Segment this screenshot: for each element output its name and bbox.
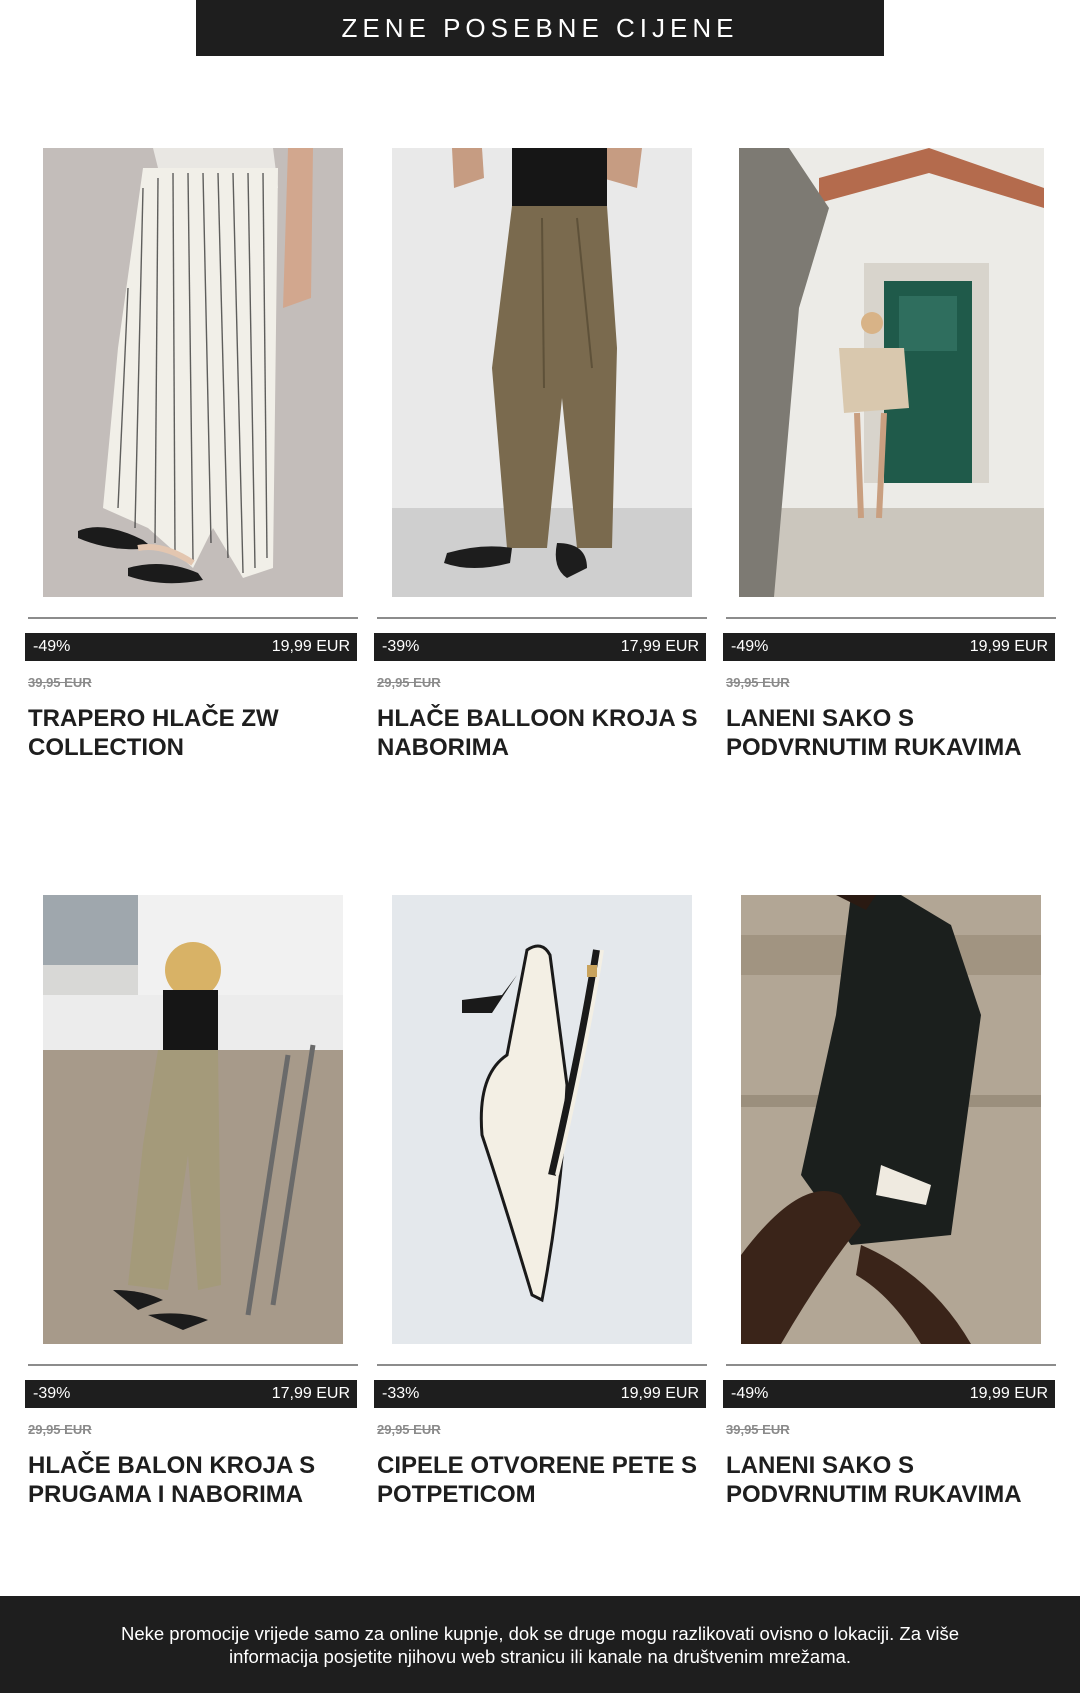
divider	[377, 617, 707, 619]
product-card[interactable]: -33% 19,99 EUR 29,95 EUR CIPELE OTVORENE…	[374, 895, 707, 1515]
product-image[interactable]	[392, 148, 692, 597]
product-title[interactable]: LANENI SAKO S PODVRNUTIM RUKAVIMA	[726, 704, 1056, 762]
sale-price: 19,99 EUR	[620, 1385, 699, 1402]
disclaimer-text: Neke promocije vrijede samo za online ku…	[120, 1622, 960, 1667]
discount-badge: -49%	[731, 638, 769, 655]
divider	[28, 617, 358, 619]
original-price: 29,95 EUR	[377, 1422, 441, 1437]
price-bar: -39% 17,99 EUR	[374, 633, 706, 661]
original-price: 39,95 EUR	[726, 1422, 790, 1437]
sale-price: 19,99 EUR	[969, 638, 1048, 655]
product-card[interactable]: -39% 17,99 EUR 29,95 EUR HLAČE BALON KRO…	[25, 895, 358, 1515]
product-card[interactable]: -49% 19,99 EUR 39,95 EUR LANENI SAKO S P…	[723, 895, 1056, 1515]
original-price: 39,95 EUR	[726, 675, 790, 690]
product-image[interactable]	[43, 148, 343, 597]
product-title[interactable]: LANENI SAKO S PODVRNUTIM RUKAVIMA	[726, 1451, 1056, 1509]
price-bar: -39% 17,99 EUR	[25, 1380, 357, 1408]
discount-badge: -49%	[33, 638, 71, 655]
product-card[interactable]: -49% 19,99 EUR 39,95 EUR TRAPERO HLAČE Z…	[25, 148, 358, 768]
sale-price: 17,99 EUR	[271, 1385, 350, 1402]
product-card[interactable]: -49% 19,99 EUR 39,95 EUR LANENI SAKO S P…	[723, 148, 1056, 768]
discount-badge: -49%	[731, 1385, 769, 1402]
footer-disclaimer: Neke promocije vrijede samo za online ku…	[0, 1596, 1080, 1693]
discount-badge: -39%	[33, 1385, 71, 1402]
original-price: 29,95 EUR	[377, 675, 441, 690]
product-image[interactable]	[43, 895, 343, 1344]
product-title[interactable]: TRAPERO HLAČE ZW COLLECTION	[28, 704, 358, 762]
price-bar: -49% 19,99 EUR	[723, 1380, 1055, 1408]
discount-badge: -33%	[382, 1385, 420, 1402]
divider	[726, 617, 1056, 619]
discount-badge: -39%	[382, 638, 420, 655]
product-title[interactable]: HLAČE BALLOON KROJA S NABORIMA	[377, 704, 707, 762]
product-card[interactable]: -39% 17,99 EUR 29,95 EUR HLAČE BALLOON K…	[374, 148, 707, 768]
product-image[interactable]	[739, 148, 1044, 597]
divider	[726, 1364, 1056, 1366]
product-image[interactable]	[392, 895, 692, 1344]
price-bar: -49% 19,99 EUR	[25, 633, 357, 661]
product-title[interactable]: CIPELE OTVORENE PETE S POTPETICOM	[377, 1451, 707, 1509]
price-bar: -33% 19,99 EUR	[374, 1380, 706, 1408]
sale-price: 19,99 EUR	[271, 638, 350, 655]
price-bar: -49% 19,99 EUR	[723, 633, 1055, 661]
divider	[28, 1364, 358, 1366]
sale-price: 19,99 EUR	[969, 1385, 1048, 1402]
product-image[interactable]	[741, 895, 1041, 1344]
product-title[interactable]: HLAČE BALON KROJA S PRUGAMA I NABORIMA	[28, 1451, 358, 1509]
divider	[377, 1364, 707, 1366]
sale-price: 17,99 EUR	[620, 638, 699, 655]
page-title: ZENE POSEBNE CIJENE	[196, 0, 884, 56]
original-price: 29,95 EUR	[28, 1422, 92, 1437]
original-price: 39,95 EUR	[28, 675, 92, 690]
